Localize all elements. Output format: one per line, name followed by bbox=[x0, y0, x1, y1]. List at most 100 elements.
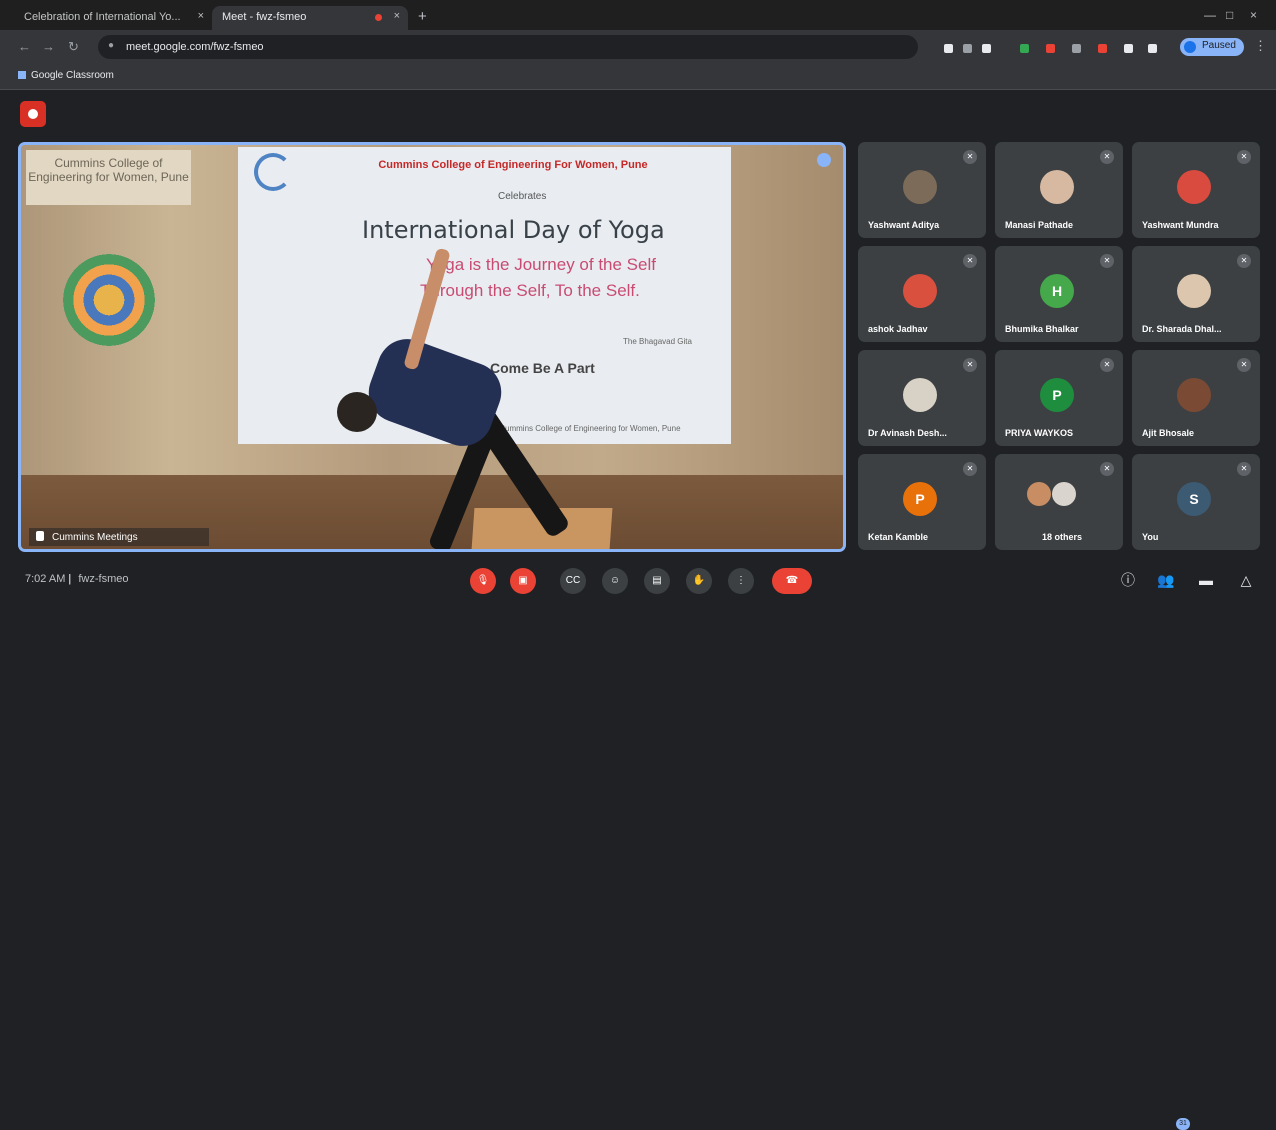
tile-options-icon[interactable] bbox=[817, 153, 831, 167]
url-text: meet.google.com/fwz-fsmeo bbox=[126, 41, 264, 53]
participant-tile[interactable]: ✕ P PRIYA WAYKOS bbox=[995, 350, 1123, 446]
mic-muted-icon: ✕ bbox=[1237, 254, 1251, 268]
captions-button[interactable]: CC bbox=[560, 568, 586, 594]
participant-name: 18 others bbox=[1041, 532, 1083, 542]
extension-green-icon[interactable] bbox=[1020, 44, 1029, 53]
participant-tile[interactable]: ✕ Ajit Bhosale bbox=[1132, 350, 1260, 446]
browser-toolbar: ← → ↻ ● meet.google.com/fwz-fsmeo Paused… bbox=[0, 30, 1276, 64]
maximize-window-icon[interactable]: □ bbox=[1226, 8, 1233, 22]
recording-badge[interactable] bbox=[20, 101, 46, 127]
address-bar[interactable]: ● meet.google.com/fwz-fsmeo bbox=[98, 35, 918, 59]
tab-yoga-celebration[interactable]: Celebration of International Yo... × bbox=[14, 6, 212, 30]
person-head bbox=[337, 392, 377, 432]
bookmarks-bar: Google Classroom bbox=[0, 64, 1276, 90]
time-text: 7:02 AM bbox=[25, 573, 66, 585]
speaker-name: Cummins Meetings bbox=[52, 532, 138, 543]
people-icon[interactable]: 👥 bbox=[1156, 570, 1176, 590]
minimize-window-icon[interactable]: — bbox=[1204, 8, 1216, 22]
avatar bbox=[1040, 170, 1074, 204]
left-banner: Cummins College of Engineering for Women… bbox=[26, 150, 191, 205]
camera-toggle-button[interactable]: ▣ bbox=[510, 568, 536, 594]
participant-name: ashok Jadhav bbox=[868, 324, 928, 334]
quote-source: The Bhagavad Gita bbox=[623, 337, 692, 346]
avatar bbox=[1177, 378, 1211, 412]
participant-tile[interactable]: ✕ 18 others bbox=[995, 454, 1123, 550]
participant-tile[interactable]: ✕ Dr. Sharada Dhal... bbox=[1132, 246, 1260, 342]
college-name: Cummins College of Engineering For Women… bbox=[378, 159, 648, 171]
extensions-puzzle-icon[interactable] bbox=[1124, 44, 1133, 53]
side-panel-icon[interactable] bbox=[1148, 44, 1157, 53]
recording-icon bbox=[28, 109, 38, 119]
participant-tile[interactable]: ✕ Dr Avinash Desh... bbox=[858, 350, 986, 446]
participant-name: You bbox=[1142, 532, 1159, 542]
extension-icon[interactable] bbox=[1072, 44, 1081, 53]
browser-menu-icon[interactable]: ⋮ bbox=[1254, 38, 1267, 54]
participant-tile[interactable]: ✕ P Ketan Kamble bbox=[858, 454, 986, 550]
mic-muted-icon: ✕ bbox=[1237, 150, 1251, 164]
meeting-time: 7:02 AM | fwz-fsmeo bbox=[25, 573, 129, 585]
participant-tile[interactable]: ✕ H Bhumika Bhalkar bbox=[995, 246, 1123, 342]
participant-name: Yashwant Mundra bbox=[1142, 220, 1219, 230]
speaker-label: Cummins Meetings bbox=[29, 528, 209, 546]
avatar bbox=[1027, 482, 1051, 506]
college-logo-icon bbox=[254, 153, 292, 191]
mic-muted-icon: ✕ bbox=[963, 150, 977, 164]
leave-call-button[interactable]: ☎ bbox=[772, 568, 812, 594]
lock-icon: ● bbox=[108, 40, 115, 51]
participant-name: Ajit Bhosale bbox=[1142, 428, 1195, 438]
participant-name: Ketan Kamble bbox=[868, 532, 929, 542]
present-button[interactable]: ▤ bbox=[644, 568, 670, 594]
participant-tile[interactable]: ✕ ashok Jadhav bbox=[858, 246, 986, 342]
mic-muted-icon: ✕ bbox=[1237, 462, 1251, 476]
active-speaker-video[interactable]: Cummins College of Engineering for Women… bbox=[18, 142, 846, 552]
forward-icon[interactable]: → bbox=[42, 39, 55, 54]
classroom-icon bbox=[18, 71, 26, 79]
close-window-icon[interactable]: × bbox=[1250, 8, 1257, 22]
profile-button[interactable]: Paused bbox=[1180, 38, 1244, 56]
translate-icon[interactable] bbox=[963, 44, 972, 53]
tab-google-meet[interactable]: Meet - fwz-fsmeo × bbox=[212, 6, 408, 30]
new-tab-icon[interactable]: + bbox=[418, 8, 427, 25]
emoji-button[interactable]: ☺ bbox=[602, 568, 628, 594]
mic-muted-icon: ✕ bbox=[1237, 358, 1251, 372]
extension-red-icon[interactable] bbox=[1046, 44, 1055, 53]
mic-muted-icon: ✕ bbox=[1100, 254, 1114, 268]
chat-icon[interactable]: ▬ bbox=[1196, 570, 1216, 590]
more-options-button[interactable]: ⋮ bbox=[728, 568, 754, 594]
mic-toggle-button[interactable]: 🎙 bbox=[470, 568, 496, 594]
reload-icon[interactable]: ↻ bbox=[68, 39, 79, 55]
bookmark-star-icon[interactable] bbox=[982, 44, 991, 53]
meeting-details-icon[interactable]: ⓘ bbox=[1118, 570, 1138, 590]
avatar bbox=[903, 170, 937, 204]
profile-status: Paused bbox=[1202, 40, 1236, 51]
participant-name: Bhumika Bhalkar bbox=[1005, 324, 1079, 334]
mic-muted-icon: ✕ bbox=[1100, 150, 1114, 164]
back-icon[interactable]: ← bbox=[18, 39, 31, 54]
meeting-control-bar: 7:02 AM | fwz-fsmeo 🎙 ▣ CC ☺ ▤ ✋ ⋮ ☎ ⓘ 👥… bbox=[0, 560, 1276, 1130]
avatar bbox=[1052, 482, 1076, 506]
participant-tile[interactable]: ✕ Yashwant Aditya bbox=[858, 142, 986, 238]
participant-count-badge: 31 bbox=[1176, 1118, 1190, 1130]
tab-title: Celebration of International Yo... bbox=[24, 11, 181, 23]
browser-tab-bar: Celebration of International Yo... × Mee… bbox=[0, 0, 1276, 30]
bookmark-google-classroom[interactable]: Google Classroom bbox=[18, 70, 114, 81]
participant-tile[interactable]: ✕ Manasi Pathade bbox=[995, 142, 1123, 238]
avatar: S bbox=[1177, 482, 1211, 516]
close-tab-icon[interactable]: × bbox=[198, 10, 204, 22]
bookmark-label: Google Classroom bbox=[31, 70, 114, 81]
recording-dot-icon bbox=[375, 14, 382, 21]
activities-icon[interactable]: △ bbox=[1236, 570, 1256, 590]
avatar: P bbox=[1040, 378, 1074, 412]
participant-tile[interactable]: ✕ S You bbox=[1132, 454, 1260, 550]
participant-tile[interactable]: ✕ Yashwant Mundra bbox=[1132, 142, 1260, 238]
close-tab-icon[interactable]: × bbox=[394, 10, 400, 22]
raise-hand-button[interactable]: ✋ bbox=[686, 568, 712, 594]
participant-grid: ✕ Yashwant Aditya ✕ Manasi Pathade ✕ Yashwa… bbox=[858, 142, 1266, 552]
avatar bbox=[903, 274, 937, 308]
camera-permission-icon[interactable] bbox=[944, 44, 953, 53]
avatar bbox=[1177, 274, 1211, 308]
recording-extension-icon[interactable] bbox=[1098, 44, 1107, 53]
meeting-code: fwz-fsmeo bbox=[78, 573, 129, 585]
quote-line-two: Through the Self, To the Self. bbox=[420, 281, 640, 300]
participant-name: Dr. Sharada Dhal... bbox=[1142, 324, 1222, 334]
